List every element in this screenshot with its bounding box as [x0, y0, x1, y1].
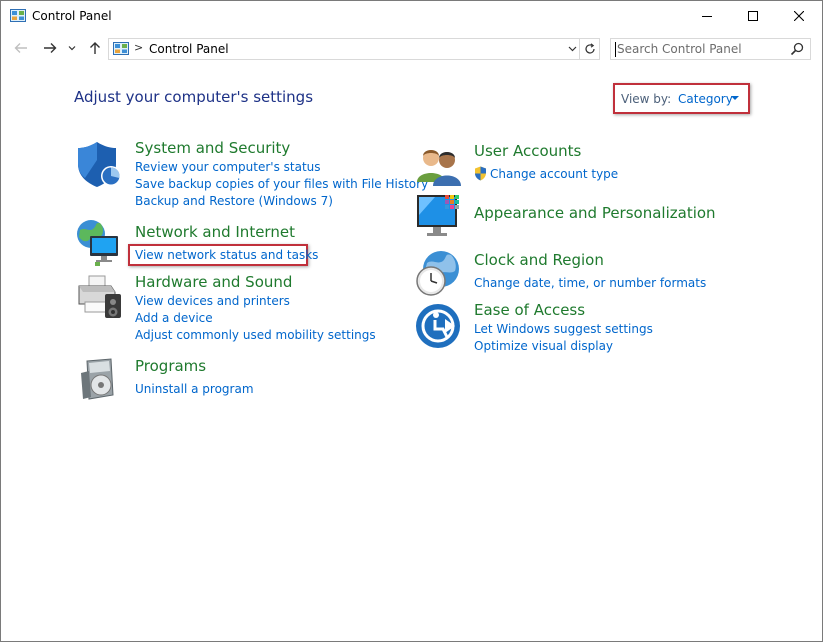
printer-icon[interactable] — [75, 272, 123, 320]
category-title-user-accounts[interactable]: User Accounts — [474, 142, 581, 160]
category-title-system-security[interactable]: System and Security — [135, 139, 290, 157]
address-bar[interactable]: > Control Panel — [108, 38, 580, 60]
breadcrumb-separator[interactable]: > — [134, 41, 143, 54]
view-by-selector[interactable]: View by: Category — [613, 83, 750, 114]
link-backup-restore[interactable]: Backup and Restore (Windows 7) — [135, 194, 333, 208]
link-review-status[interactable]: Review your computer's status — [135, 160, 321, 174]
minimize-icon — [702, 16, 712, 17]
window-title: Control Panel — [32, 9, 112, 23]
category-title-network-internet[interactable]: Network and Internet — [135, 223, 295, 241]
link-change-date-formats[interactable]: Change date, time, or number formats — [474, 276, 706, 290]
users-icon[interactable] — [415, 142, 463, 190]
minimize-button[interactable] — [684, 1, 730, 31]
maximize-button[interactable] — [730, 1, 776, 31]
control-panel-window: Control Panel > Control Panel Search Con… — [0, 0, 823, 642]
category-title-ease-of-access[interactable]: Ease of Access — [474, 301, 585, 319]
link-view-network-status[interactable]: View network status and tasks — [135, 248, 318, 262]
monitor-icon[interactable] — [415, 193, 463, 241]
link-file-history[interactable]: Save backup copies of your files with Fi… — [135, 177, 428, 191]
up-button[interactable] — [86, 39, 104, 57]
clock-icon[interactable] — [415, 249, 463, 297]
refresh-icon — [584, 43, 595, 54]
link-mobility-settings[interactable]: Adjust commonly used mobility settings — [135, 328, 376, 342]
search-box[interactable]: Search Control Panel — [610, 38, 811, 60]
recent-locations-button[interactable] — [65, 39, 79, 57]
forward-button[interactable] — [41, 39, 59, 57]
arrow-right-icon — [44, 43, 57, 53]
chevron-down-icon — [68, 46, 76, 51]
network-icon[interactable] — [75, 218, 123, 266]
close-icon — [794, 11, 804, 21]
category-title-hardware-sound[interactable]: Hardware and Sound — [135, 273, 292, 291]
maximize-icon — [748, 11, 758, 21]
text-caret — [615, 42, 616, 57]
programs-icon[interactable] — [77, 355, 125, 403]
accessibility-icon[interactable] — [415, 303, 463, 351]
close-button[interactable] — [776, 1, 822, 31]
control-panel-icon — [10, 9, 26, 22]
category-title-appearance[interactable]: Appearance and Personalization — [474, 204, 716, 222]
page-title: Adjust your computer's settings — [74, 88, 314, 106]
search-icon[interactable] — [790, 42, 804, 56]
shield-icon[interactable] — [75, 140, 123, 188]
dropdown-arrow-icon[interactable] — [731, 96, 739, 100]
arrow-up-icon — [90, 42, 100, 54]
back-button[interactable] — [12, 39, 30, 57]
link-add-device[interactable]: Add a device — [135, 311, 213, 325]
view-by-label: View by: — [621, 92, 672, 106]
chevron-down-icon — [568, 46, 576, 52]
title-bar[interactable]: Control Panel — [1, 1, 822, 31]
view-by-dropdown[interactable]: Category — [678, 92, 733, 106]
category-title-clock-region[interactable]: Clock and Region — [474, 251, 604, 269]
link-devices-printers[interactable]: View devices and printers — [135, 294, 290, 308]
uac-shield-icon — [475, 166, 486, 181]
arrow-left-icon — [14, 43, 27, 53]
breadcrumb-control-panel[interactable]: Control Panel — [149, 42, 229, 56]
link-optimize-display[interactable]: Optimize visual display — [474, 339, 613, 353]
address-dropdown-button[interactable] — [564, 39, 580, 59]
link-change-account-type[interactable]: Change account type — [490, 167, 618, 181]
search-input[interactable]: Search Control Panel — [617, 42, 742, 56]
link-suggest-settings[interactable]: Let Windows suggest settings — [474, 322, 653, 336]
refresh-button[interactable] — [580, 38, 600, 60]
control-panel-icon — [113, 42, 129, 55]
category-title-programs[interactable]: Programs — [135, 357, 206, 375]
link-uninstall-program[interactable]: Uninstall a program — [135, 382, 254, 396]
